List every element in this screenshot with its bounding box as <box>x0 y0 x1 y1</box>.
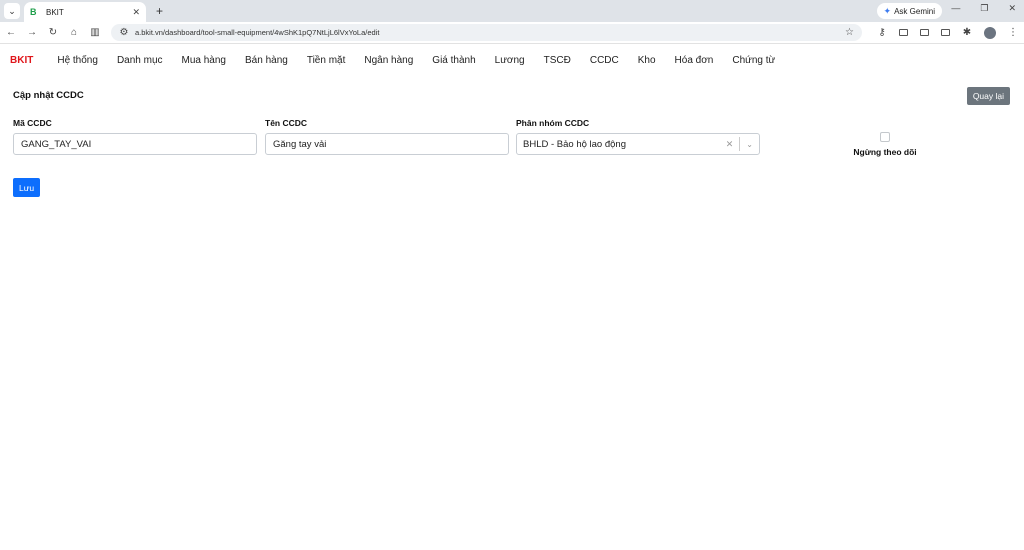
payment-card-icon[interactable] <box>899 29 908 36</box>
inactive-checkbox[interactable] <box>880 132 890 142</box>
chevron-down-icon[interactable]: ⌄ <box>740 140 759 149</box>
nav-item-luong[interactable]: Lương <box>495 55 525 66</box>
nav-item-he-thong[interactable]: Hệ thống <box>57 55 98 66</box>
nav-item-hoa-don[interactable]: Hóa đơn <box>675 55 714 66</box>
reading-mode-icon[interactable] <box>920 29 929 36</box>
code-field-group: Mã CCDC <box>13 118 257 155</box>
name-label: Tên CCDC <box>265 118 308 128</box>
nav-item-ban-hang[interactable]: Bán hàng <box>245 55 288 66</box>
browser-tab[interactable]: B BKIT ✕ <box>24 2 146 22</box>
gemini-sparkle-icon: ✦ <box>883 5 892 16</box>
site-info-icon[interactable]: ⚙ <box>119 27 129 38</box>
minimize-icon[interactable]: — <box>951 3 960 14</box>
app-navbar: BKIT Hệ thống Danh mục Mua hàng Bán hàng… <box>0 44 1024 76</box>
nav-item-mua-hang[interactable]: Mua hàng <box>182 55 226 66</box>
ask-gemini-button[interactable]: ✦ Ask Gemini <box>876 3 942 19</box>
password-key-icon[interactable]: ⚷ <box>877 27 887 38</box>
window-controls: — ❐ ✕ <box>951 3 1016 14</box>
ask-gemini-label: Ask Gemini <box>894 6 935 16</box>
inactive-label: Ngừng theo dõi <box>853 147 917 157</box>
extension-puzzle-icon[interactable]: ✱ <box>962 27 972 38</box>
tab-title: BKIT <box>46 7 64 17</box>
nav-item-danh-muc[interactable]: Danh mục <box>117 55 163 66</box>
split-view-icon[interactable]: ▥ <box>90 27 100 38</box>
home-icon[interactable]: ⌂ <box>69 27 79 38</box>
group-label: Phân nhóm CCDC <box>516 118 590 128</box>
page-title: Cập nhật CCDC <box>13 90 84 101</box>
group-select[interactable]: BHLD - Bảo hộ lao động ✕ ⌄ <box>516 133 760 155</box>
brand-logo[interactable]: BKIT <box>10 55 33 66</box>
save-button[interactable]: Lưu <box>13 178 41 197</box>
back-arrow-icon[interactable]: ← <box>6 27 16 38</box>
close-window-icon[interactable]: ✕ <box>1008 3 1016 14</box>
code-input[interactable] <box>13 133 257 155</box>
reload-icon[interactable]: ↻ <box>48 27 58 38</box>
nav-item-tien-mat[interactable]: Tiền mặt <box>307 55 346 66</box>
toolbar-extensions: ⚷ ✱ ⋮ <box>877 26 1018 39</box>
nav-item-gia-thanh[interactable]: Giá thành <box>432 55 475 66</box>
tab-search-icon[interactable]: ⌄ <box>4 3 20 19</box>
name-input[interactable] <box>265 133 509 155</box>
profile-avatar[interactable] <box>984 26 996 39</box>
nav-item-kho[interactable]: Kho <box>638 55 656 66</box>
name-field-group: Tên CCDC <box>265 118 509 155</box>
browser-toolbar: ← → ↻ ⌂ ▥ ⚙ a.bkit.vn/dashboard/tool-sma… <box>0 22 1024 44</box>
bookmark-star-icon[interactable]: ☆ <box>845 27 854 38</box>
back-button[interactable]: Quay lại <box>966 87 1010 105</box>
forward-arrow-icon[interactable]: → <box>27 27 37 38</box>
favicon-icon: B <box>30 7 37 17</box>
clear-icon[interactable]: ✕ <box>720 139 740 150</box>
new-tab-icon[interactable]: + <box>156 4 163 18</box>
nav-item-chung-tu[interactable]: Chứng từ <box>732 55 775 66</box>
close-tab-icon[interactable]: ✕ <box>132 7 140 18</box>
browser-tabbar: ⌄ B BKIT ✕ + ✦ Ask Gemini — ❐ ✕ <box>0 0 1024 22</box>
code-label: Mã CCDC <box>13 118 52 128</box>
address-bar[interactable]: ⚙ a.bkit.vn/dashboard/tool-small-equipme… <box>111 24 862 41</box>
group-field-group: Phân nhóm CCDC BHLD - Bảo hộ lao động ✕ … <box>516 118 760 155</box>
extensions-grid-icon[interactable] <box>941 29 950 36</box>
nav-item-tscd[interactable]: TSCĐ <box>544 55 571 66</box>
nav-item-ngan-hang[interactable]: Ngân hàng <box>364 55 413 66</box>
nav-item-ccdc[interactable]: CCDC <box>590 55 619 66</box>
restore-icon[interactable]: ❐ <box>980 3 988 14</box>
more-menu-icon[interactable]: ⋮ <box>1008 27 1018 38</box>
group-select-value: BHLD - Bảo hộ lao động <box>523 138 626 150</box>
url-text: a.bkit.vn/dashboard/tool-small-equipment… <box>135 28 380 37</box>
inactive-toggle-group: Ngừng theo dõi <box>845 132 925 157</box>
